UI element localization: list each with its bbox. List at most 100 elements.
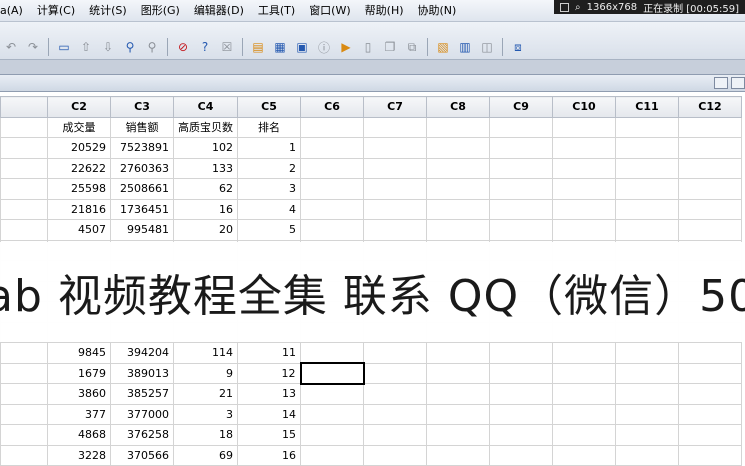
data-cell[interactable] — [363, 198, 427, 220]
data-cell[interactable] — [615, 383, 679, 405]
data-cell[interactable] — [678, 219, 742, 241]
data-cell[interactable] — [300, 444, 364, 466]
data-cell[interactable]: 370566 — [110, 444, 174, 466]
column-name-cell[interactable]: 销售额 — [110, 116, 174, 138]
data-cell[interactable] — [489, 157, 553, 179]
data-cell[interactable]: 62 — [173, 178, 238, 200]
data-cell[interactable]: 389013 — [110, 362, 174, 384]
data-cell[interactable] — [678, 362, 742, 384]
arrow-down-icon[interactable]: ⇩ — [99, 38, 117, 56]
data-cell[interactable] — [489, 137, 553, 159]
active-cell[interactable] — [299, 362, 365, 385]
column-name-cell[interactable] — [615, 116, 679, 138]
data-cell[interactable] — [363, 219, 427, 241]
data-cell[interactable] — [426, 178, 490, 200]
data-cell[interactable] — [300, 383, 364, 405]
data-cell[interactable] — [426, 157, 490, 179]
column-name-cell[interactable] — [0, 116, 48, 138]
data-cell[interactable] — [363, 137, 427, 159]
column-name-cell[interactable] — [300, 116, 364, 138]
project-manager-icon[interactable]: ▤ — [249, 38, 267, 56]
data-cell[interactable] — [0, 178, 48, 200]
close-icon[interactable]: ☒ — [218, 38, 236, 56]
data-cell[interactable] — [300, 424, 364, 446]
data-cell[interactable] — [300, 137, 364, 159]
data-cell[interactable]: 9845 — [47, 342, 111, 364]
data-cell[interactable] — [0, 198, 48, 220]
data-cell[interactable] — [678, 198, 742, 220]
data-cell[interactable] — [0, 157, 48, 179]
data-cell[interactable] — [552, 219, 616, 241]
data-cell[interactable]: 7523891 — [110, 137, 174, 159]
data-cell[interactable] — [552, 157, 616, 179]
data-cell[interactable]: 20 — [173, 219, 238, 241]
data-cell[interactable]: 14 — [237, 403, 301, 425]
data-cell[interactable] — [0, 137, 48, 159]
data-cell[interactable]: 2508661 — [110, 178, 174, 200]
graph-icon[interactable]: ▣ — [293, 38, 311, 56]
data-cell[interactable]: 16 — [237, 444, 301, 466]
data-cell[interactable] — [552, 362, 616, 384]
data-cell[interactable] — [615, 198, 679, 220]
data-cell[interactable] — [552, 403, 616, 425]
data-cell[interactable] — [615, 403, 679, 425]
menu-item[interactable]: a(A) — [0, 0, 30, 22]
data-cell[interactable] — [615, 137, 679, 159]
data-cell[interactable] — [615, 362, 679, 384]
data-cell[interactable] — [426, 198, 490, 220]
data-cell[interactable]: 1 — [237, 137, 301, 159]
data-cell[interactable] — [489, 403, 553, 425]
data-cell[interactable]: 114 — [173, 342, 238, 364]
data-cell[interactable] — [489, 178, 553, 200]
help-icon[interactable]: ? — [196, 38, 214, 56]
data-cell[interactable] — [489, 219, 553, 241]
column-header[interactable]: C3 — [110, 96, 174, 118]
data-cell[interactable] — [489, 424, 553, 446]
column-name-cell[interactable] — [363, 116, 427, 138]
data-cell[interactable]: 3228 — [47, 444, 111, 466]
column-header[interactable]: C5 — [237, 96, 301, 118]
layout-icon[interactable]: ⧉ — [403, 38, 421, 56]
data-cell[interactable] — [552, 342, 616, 364]
data-cell[interactable] — [426, 403, 490, 425]
data-cell[interactable]: 376258 — [110, 424, 174, 446]
data-cell[interactable] — [363, 383, 427, 405]
split-view-icon[interactable]: ▥ — [456, 38, 474, 56]
data-cell[interactable]: 385257 — [110, 383, 174, 405]
data-cell[interactable] — [489, 198, 553, 220]
data-cell[interactable] — [552, 198, 616, 220]
column-header[interactable]: C4 — [173, 96, 238, 118]
data-cell[interactable] — [363, 342, 427, 364]
data-cell[interactable]: 9 — [173, 362, 238, 384]
data-cell[interactable] — [426, 444, 490, 466]
report-icon[interactable]: ▯ — [359, 38, 377, 56]
data-cell[interactable] — [489, 444, 553, 466]
menu-item[interactable]: 工具(T) — [251, 0, 302, 22]
data-cell[interactable] — [426, 137, 490, 159]
data-cell[interactable] — [489, 342, 553, 364]
column-header-c1[interactable] — [0, 96, 48, 118]
data-cell[interactable] — [615, 424, 679, 446]
menu-item[interactable]: 协助(N) — [411, 0, 464, 22]
data-cell[interactable]: 1679 — [47, 362, 111, 384]
data-cell[interactable] — [552, 137, 616, 159]
data-cell[interactable]: 3860 — [47, 383, 111, 405]
data-cell[interactable] — [426, 362, 490, 384]
data-cell[interactable] — [300, 178, 364, 200]
data-cell[interactable] — [615, 157, 679, 179]
data-cell[interactable]: 377000 — [110, 403, 174, 425]
data-cell[interactable]: 3 — [237, 178, 301, 200]
menu-item[interactable]: 编辑器(D) — [187, 0, 251, 22]
window-manager-icon[interactable]: ⧈ — [509, 38, 527, 56]
menu-item[interactable]: 窗口(W) — [302, 0, 357, 22]
column-header[interactable]: C10 — [552, 96, 616, 118]
menu-item[interactable]: 图形(G) — [134, 0, 187, 22]
data-cell[interactable]: 5 — [237, 219, 301, 241]
data-cell[interactable] — [615, 178, 679, 200]
data-cell[interactable]: 995481 — [110, 219, 174, 241]
data-cell[interactable] — [0, 403, 48, 425]
data-cell[interactable] — [363, 424, 427, 446]
column-header[interactable]: C11 — [615, 96, 679, 118]
data-cell[interactable]: 13 — [237, 383, 301, 405]
column-header[interactable]: C12 — [678, 96, 742, 118]
